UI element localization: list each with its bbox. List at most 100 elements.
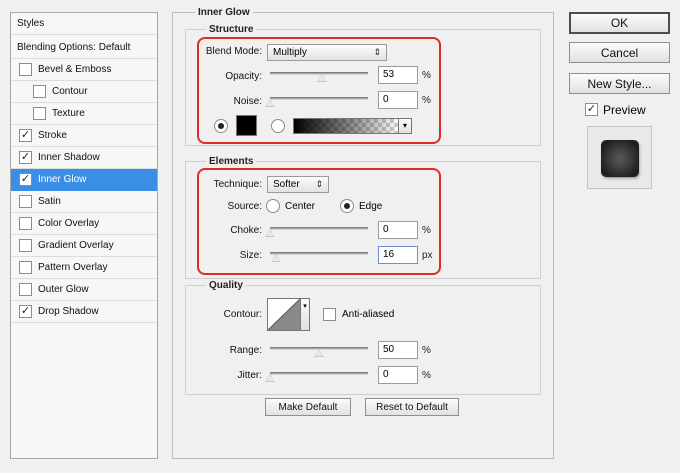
- quality-title: Quality: [206, 280, 246, 291]
- style-item-outer-glow[interactable]: Outer Glow: [11, 279, 157, 301]
- noise-value: 0: [383, 94, 389, 105]
- cancel-button[interactable]: Cancel: [569, 42, 670, 63]
- size-field[interactable]: 16: [378, 246, 418, 264]
- style-item-checkbox[interactable]: [19, 283, 32, 296]
- contour-dropdown-arrow[interactable]: ▾: [301, 298, 310, 331]
- style-item-texture[interactable]: Texture: [11, 103, 157, 125]
- checkmark-icon: ✓: [586, 103, 597, 115]
- style-item-inner-glow[interactable]: ✓ Inner Glow: [11, 169, 157, 191]
- style-item-checkbox[interactable]: [19, 239, 32, 252]
- structure-title: Structure: [206, 24, 257, 35]
- noise-slider[interactable]: [270, 97, 368, 100]
- range-field[interactable]: 50: [378, 341, 418, 359]
- noise-field[interactable]: 0: [378, 91, 418, 109]
- style-item-inner-shadow[interactable]: ✓ Inner Shadow: [11, 147, 157, 169]
- styles-panel: Styles Blending Options: Default Bevel &…: [10, 12, 158, 459]
- style-item-label: Inner Shadow: [38, 152, 100, 163]
- quality-group: Quality Contour: ▾ Anti-aliased Range: 5…: [185, 280, 541, 395]
- style-item-checkbox[interactable]: ✓: [19, 151, 32, 164]
- style-item-checkbox[interactable]: ✓: [19, 305, 32, 318]
- opacity-unit: %: [422, 70, 431, 81]
- style-item-checkbox[interactable]: [33, 107, 46, 120]
- gradient-radio[interactable]: [271, 119, 285, 133]
- source-center-radio[interactable]: [266, 199, 280, 213]
- style-item-checkbox[interactable]: [19, 63, 32, 76]
- updown-arrow-icon: ⇕: [315, 179, 323, 189]
- style-item-checkbox[interactable]: [33, 85, 46, 98]
- style-item-label: Gradient Overlay: [38, 240, 114, 251]
- style-item-contour[interactable]: Contour: [11, 81, 157, 103]
- choke-slider-thumb[interactable]: [265, 229, 275, 237]
- checkmark-icon: ✓: [20, 305, 31, 317]
- anti-aliased-checkbox[interactable]: [323, 308, 336, 321]
- technique-dropdown[interactable]: Softer ⇕: [267, 176, 329, 193]
- ok-label: OK: [610, 16, 629, 30]
- range-label: Range:: [229, 345, 262, 356]
- styles-header[interactable]: Styles: [11, 13, 157, 35]
- size-value: 16: [383, 249, 395, 260]
- noise-unit: %: [422, 95, 431, 106]
- jitter-label: Jitter:: [237, 370, 262, 381]
- style-item-color-overlay[interactable]: Color Overlay: [11, 213, 157, 235]
- style-item-checkbox[interactable]: ✓: [19, 129, 32, 142]
- jitter-slider[interactable]: [270, 372, 368, 375]
- blend-mode-value: Multiply: [273, 47, 307, 58]
- blend-mode-label: Blend Mode:: [205, 46, 262, 57]
- ok-button[interactable]: OK: [569, 12, 670, 34]
- glow-color-swatch[interactable]: [236, 115, 257, 136]
- style-item-label: Drop Shadow: [38, 306, 99, 317]
- contour-preview[interactable]: [267, 298, 301, 331]
- opacity-field[interactable]: 53: [378, 66, 418, 84]
- style-item-checkbox[interactable]: [19, 261, 32, 274]
- make-default-button[interactable]: Make Default: [265, 398, 351, 416]
- style-item-pattern-overlay[interactable]: Pattern Overlay: [11, 257, 157, 279]
- inner-glow-title: Inner Glow: [195, 7, 253, 18]
- style-item-label: Satin: [38, 196, 61, 207]
- solid-color-radio[interactable]: [214, 119, 228, 133]
- choke-field[interactable]: 0: [378, 221, 418, 239]
- style-item-checkbox[interactable]: ✓: [19, 173, 32, 186]
- gradient-dropdown-arrow[interactable]: ▾: [399, 118, 412, 134]
- contour-curve-graphic: [267, 298, 301, 331]
- style-item-drop-shadow[interactable]: ✓ Drop Shadow: [11, 301, 157, 323]
- jitter-value: 0: [383, 369, 389, 380]
- reset-to-default-label: Reset to Default: [376, 401, 448, 413]
- new-style-button[interactable]: New Style...: [569, 73, 670, 94]
- style-item-satin[interactable]: Satin: [11, 191, 157, 213]
- preview-checkbox[interactable]: ✓: [585, 103, 598, 116]
- style-item-label: Outer Glow: [38, 284, 89, 295]
- gradient-preview[interactable]: [293, 118, 399, 134]
- styles-header-label: Styles: [17, 18, 45, 29]
- style-item-label: Pattern Overlay: [38, 262, 108, 273]
- reset-to-default-button[interactable]: Reset to Default: [365, 398, 459, 416]
- noise-label: Noise:: [233, 96, 262, 107]
- jitter-slider-thumb[interactable]: [265, 374, 275, 382]
- choke-slider[interactable]: [270, 227, 368, 230]
- blend-mode-dropdown[interactable]: Multiply ⇕: [267, 44, 387, 61]
- anti-aliased-label: Anti-aliased: [342, 309, 395, 320]
- style-item-checkbox[interactable]: [19, 217, 32, 230]
- opacity-value: 53: [383, 69, 395, 80]
- jitter-field[interactable]: 0: [378, 366, 418, 384]
- blending-options-item[interactable]: Blending Options: Default: [11, 37, 157, 59]
- size-slider[interactable]: [270, 252, 368, 255]
- range-slider-thumb[interactable]: [314, 349, 324, 357]
- noise-slider-thumb[interactable]: [265, 99, 275, 107]
- style-item-checkbox[interactable]: [19, 195, 32, 208]
- new-style-label: New Style...: [587, 76, 652, 91]
- source-edge-radio[interactable]: [340, 199, 354, 213]
- style-item-bevel-emboss[interactable]: Bevel & Emboss: [11, 59, 157, 81]
- size-slider-thumb[interactable]: [270, 254, 281, 262]
- style-preview-frame: [587, 126, 652, 189]
- source-label: Source:: [227, 201, 262, 212]
- source-edge-label: Edge: [359, 201, 383, 212]
- style-item-stroke[interactable]: ✓ Stroke: [11, 125, 157, 147]
- contour-label: Contour:: [223, 309, 262, 320]
- cancel-label: Cancel: [600, 45, 639, 60]
- style-item-gradient-overlay[interactable]: Gradient Overlay: [11, 235, 157, 257]
- checkmark-icon: ✓: [20, 129, 31, 141]
- opacity-slider-thumb[interactable]: [316, 74, 327, 82]
- style-item-label: Contour: [52, 86, 88, 97]
- technique-value: Softer: [273, 179, 300, 190]
- opacity-label: Opacity:: [225, 71, 262, 82]
